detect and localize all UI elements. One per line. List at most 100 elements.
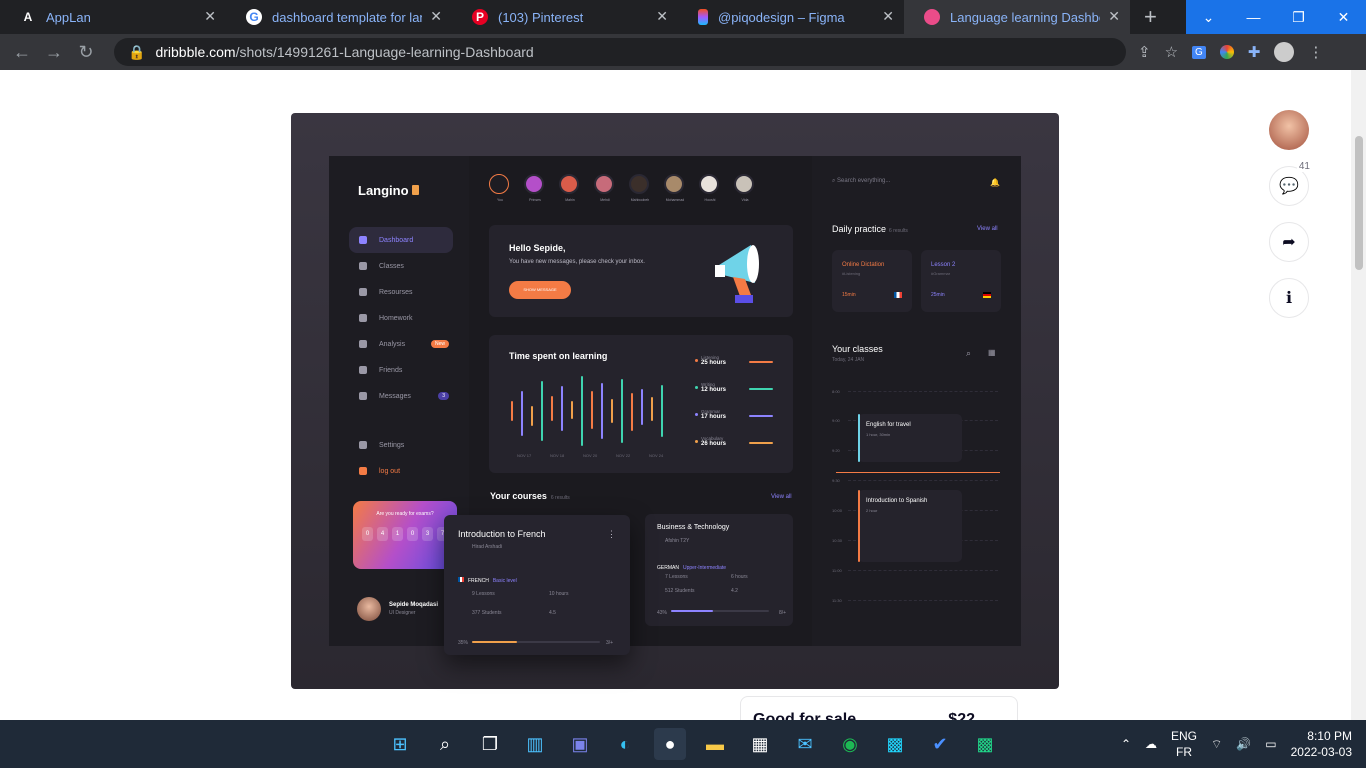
file-explorer-icon[interactable]: ▬ xyxy=(699,728,731,760)
windows-taskbar: ⊞ ⌕ ❐ ▥ ▣ ◐ ● ▬ ▦ ✉ ◉ ▩ ✔ ▩ ⌃ ☁ ENG FR ⌔ … xyxy=(0,720,1366,768)
scrollbar-thumb[interactable] xyxy=(1355,136,1363,270)
webstorm-icon[interactable]: ▩ xyxy=(879,728,911,760)
back-icon[interactable]: ← xyxy=(6,42,38,63)
translate-icon[interactable]: G xyxy=(1192,45,1206,59)
start-icon[interactable]: ⊞ xyxy=(384,728,416,760)
close-icon[interactable]: ✕ xyxy=(882,8,894,25)
widgets-icon[interactable]: ▥ xyxy=(519,728,551,760)
page-scrollbar[interactable] xyxy=(1351,70,1366,720)
restore-button[interactable]: ❐ xyxy=(1276,0,1321,34)
close-icon[interactable]: ✕ xyxy=(204,8,216,25)
tab-search-icon[interactable]: ⌄ xyxy=(1186,0,1231,34)
shot-image[interactable]: Langino Dashboard Classes Resourses Home… xyxy=(291,113,1059,689)
url-field[interactable]: 🔒 dribbble.com/shots/14991261-Language-le… xyxy=(114,38,1126,66)
close-icon[interactable]: ✕ xyxy=(430,8,442,25)
exam-promo-card: Are you ready for exams? 041037 xyxy=(353,501,457,569)
close-icon[interactable]: ✕ xyxy=(1108,8,1120,25)
minimize-button[interactable]: — xyxy=(1231,0,1276,34)
bookmark-star-icon[interactable]: ☆ xyxy=(1165,43,1178,61)
menu-item-dashboard: Dashboard xyxy=(349,227,453,253)
extensions-icon[interactable]: ✚ xyxy=(1248,43,1261,61)
france-flag-icon xyxy=(458,577,464,582)
tab-pinterest[interactable]: P (103) Pinterest ✕ xyxy=(452,0,678,34)
tab-figma[interactable]: @piqodesign – Figma ✕ xyxy=(678,0,904,34)
course-card-business: Business & Technology Afshin T2Y GERMAN U… xyxy=(645,514,793,626)
lock-icon: 🔒 xyxy=(128,43,146,60)
message-icon xyxy=(359,392,367,400)
avatar xyxy=(664,174,684,194)
onedrive-icon[interactable]: ☁ xyxy=(1145,737,1157,751)
close-window-button[interactable]: ✕ xyxy=(1321,0,1366,34)
bar-segment xyxy=(511,401,513,421)
comments-button[interactable]: 💬 41 xyxy=(1269,161,1312,206)
bar-segment xyxy=(581,376,583,446)
bar-segment xyxy=(541,381,543,441)
book-icon xyxy=(411,185,419,195)
mail-icon[interactable]: ✉ xyxy=(789,728,821,760)
battery-icon[interactable]: ▭ xyxy=(1265,737,1276,751)
task-view-icon[interactable]: ❐ xyxy=(474,728,506,760)
time-bar-chart: NOV 17 NOV 18 NOV 20 NOV 22 NOV 24 xyxy=(511,376,664,458)
reload-icon[interactable]: ↻ xyxy=(70,42,102,63)
menu-item-homework: Homework xyxy=(349,305,453,331)
france-flag-icon xyxy=(894,292,902,298)
info-icon: ℹ xyxy=(1285,290,1293,307)
forward-icon[interactable]: → xyxy=(38,42,70,63)
bar-segment xyxy=(591,391,593,429)
avatar xyxy=(629,174,649,194)
tab-applan[interactable]: A AppLan ✕ xyxy=(0,0,226,34)
menu-item-messages: Messages 3 xyxy=(349,383,453,409)
teams-chat-icon[interactable]: ▣ xyxy=(564,728,596,760)
hello-card: Hello Sepide, You have new messages, ple… xyxy=(489,225,793,317)
course-progress-bar xyxy=(472,641,600,643)
bar-segment xyxy=(641,389,643,425)
course-progress-bar xyxy=(671,610,769,612)
bar-segment xyxy=(631,393,633,431)
search-icon[interactable]: ⌕ xyxy=(429,728,461,760)
close-icon[interactable]: ✕ xyxy=(656,8,668,25)
store-icon[interactable]: ▦ xyxy=(744,728,776,760)
megaphone-icon xyxy=(715,245,759,303)
designer-avatar[interactable] xyxy=(1269,110,1309,150)
menu-item-analysis: Analysis New xyxy=(349,331,453,357)
pycharm-icon[interactable]: ▩ xyxy=(969,728,1001,760)
bar-segment xyxy=(571,401,573,419)
logout-icon xyxy=(359,467,367,475)
chevron-up-icon[interactable]: ⌃ xyxy=(1121,737,1131,751)
language-indicator[interactable]: ENG FR xyxy=(1171,728,1197,760)
share-icon[interactable]: ⇪ xyxy=(1138,43,1151,61)
edge-icon[interactable]: ◐ xyxy=(609,728,641,760)
color-picker-icon[interactable] xyxy=(1219,45,1234,59)
grid-icon xyxy=(359,236,367,244)
pinterest-icon: P xyxy=(472,9,488,25)
share-button[interactable]: ➦ xyxy=(1269,222,1309,262)
day-label: NOV 18 xyxy=(550,453,565,458)
tab-google[interactable]: Gdashboard template for langua✕ xyxy=(226,0,452,34)
menu-item-settings: Settings xyxy=(349,432,453,458)
info-button[interactable]: ℹ xyxy=(1269,278,1309,318)
menu-dots-icon[interactable]: ⋮ xyxy=(1308,43,1323,61)
dashboard-mockup: Langino Dashboard Classes Resourses Home… xyxy=(329,156,1021,646)
avatar xyxy=(594,174,614,194)
spotify-icon[interactable]: ◉ xyxy=(834,728,866,760)
avatar xyxy=(524,174,544,194)
good-for-sale-panel[interactable]: Good for sale $22 xyxy=(740,696,1018,720)
new-tab-button[interactable]: + xyxy=(1144,0,1157,34)
bar-segment xyxy=(551,396,553,421)
user-profile: Sepide Moqadasi UI Designer xyxy=(357,597,438,621)
clock[interactable]: 8:10 PM 2022-03-03 xyxy=(1291,728,1352,760)
todo-icon[interactable]: ✔ xyxy=(924,728,956,760)
chart-icon xyxy=(359,340,367,348)
volume-icon[interactable]: 🔊 xyxy=(1236,737,1251,751)
class-event-spanish: Introduction to Spanish 2 hour xyxy=(858,490,962,562)
profile-avatar[interactable] xyxy=(1274,42,1295,62)
chrome-icon[interactable]: ● xyxy=(654,728,686,760)
day-label: NOV 20 xyxy=(583,453,598,458)
time-spent-card: Time spent on learning NOV 17 NOV 18 NOV 2… xyxy=(489,335,793,473)
home-icon xyxy=(359,314,367,322)
dribbble-icon xyxy=(924,9,940,25)
wifi-icon[interactable]: ⌔ xyxy=(1211,737,1222,752)
comment-icon: 💬 xyxy=(1279,178,1299,195)
menu-item-resources: Resourses xyxy=(349,279,453,305)
tab-dribbble[interactable]: Language learning Dashboard✕ xyxy=(904,0,1130,34)
